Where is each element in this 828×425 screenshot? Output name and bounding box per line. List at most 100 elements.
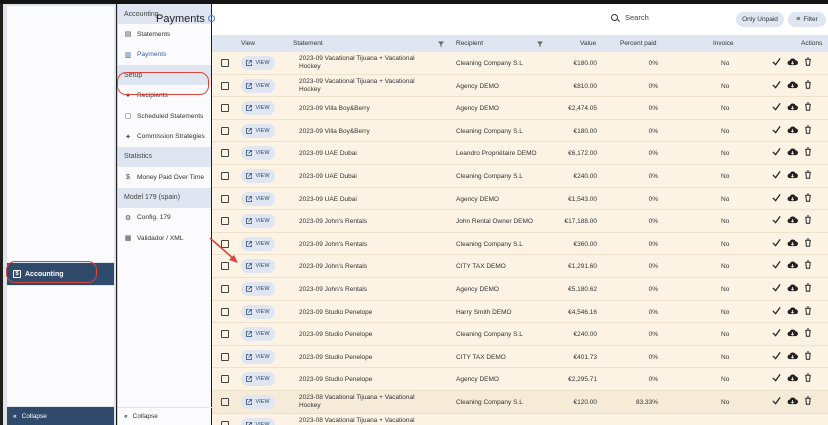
trash-icon[interactable] <box>804 147 812 157</box>
table-row[interactable]: VIEW 2023-09 Villa Boy&Berry Cleaning Co… <box>212 119 828 143</box>
col-invoice[interactable]: Invoice <box>713 40 734 47</box>
table-row[interactable]: VIEW 2023-09 Studio Penelope Agency DEMO… <box>212 368 828 391</box>
trash-icon[interactable] <box>804 260 812 270</box>
sidebar-collapse-button[interactable]: « Collapse <box>7 407 114 425</box>
check-icon[interactable] <box>772 396 781 405</box>
trash-icon[interactable] <box>804 215 812 224</box>
view-button[interactable]: VIEW <box>241 191 275 206</box>
table-row[interactable]: VIEW 2023-09 UAE Dubai Agency DEMO €1,54… <box>212 187 828 211</box>
table-row[interactable]: VIEW 2023-08 Vacational Tijuana + Vacati… <box>212 391 828 414</box>
row-checkbox[interactable] <box>221 194 229 203</box>
cloud-download-icon[interactable] <box>787 351 798 360</box>
cloud-download-icon[interactable] <box>787 147 798 156</box>
row-checkbox[interactable] <box>221 420 229 425</box>
view-button[interactable]: VIEW <box>241 395 275 409</box>
table-row[interactable]: VIEW 2023-08 Vacational Tijuana + Vacati… <box>212 413 828 425</box>
cloud-download-icon[interactable] <box>787 125 798 134</box>
filter-button[interactable]: ≡ Filter <box>788 12 826 27</box>
subnav-collapse-button[interactable]: « Collapse <box>118 407 212 425</box>
table-row[interactable]: VIEW 2023-09 Villa Boy&Berry Agency DEMO… <box>212 97 828 120</box>
row-checkbox[interactable] <box>221 352 229 361</box>
trash-icon[interactable] <box>804 57 812 66</box>
table-row[interactable]: VIEW 2023-09 John's Rentals Agency DEMO … <box>212 278 828 301</box>
check-icon[interactable] <box>772 102 781 111</box>
trash-icon[interactable] <box>804 283 812 292</box>
view-button[interactable]: VIEW <box>241 123 275 138</box>
check-icon[interactable] <box>772 283 781 292</box>
trash-icon[interactable] <box>804 396 812 405</box>
row-checkbox[interactable] <box>221 330 229 339</box>
view-button[interactable]: VIEW <box>241 56 275 70</box>
cloud-download-icon[interactable] <box>787 306 798 315</box>
subnav-item[interactable]: ⚙ Config. 179 <box>118 208 211 229</box>
row-checkbox[interactable] <box>221 398 229 406</box>
check-icon[interactable] <box>772 170 781 179</box>
subnav-item[interactable]: ▢ Scheduled Statements <box>118 106 211 127</box>
view-button[interactable]: VIEW <box>241 259 275 274</box>
trash-icon[interactable] <box>804 373 812 383</box>
check-icon[interactable] <box>772 80 781 89</box>
view-button[interactable]: VIEW <box>241 304 275 319</box>
view-button[interactable]: VIEW <box>241 169 275 183</box>
row-checkbox[interactable] <box>221 172 229 180</box>
view-button[interactable]: VIEW <box>241 349 275 364</box>
table-row[interactable]: VIEW 2023-09 John's Rentals CITY TAX DEM… <box>212 255 828 278</box>
view-button[interactable]: VIEW <box>241 101 275 116</box>
recipient-filter-icon[interactable] <box>537 41 543 47</box>
table-row[interactable]: VIEW 2023-09 UAE Dubai Cleaning Company … <box>212 165 828 188</box>
row-checkbox[interactable] <box>221 375 229 384</box>
subnav-item[interactable]: ✦ Commission Strategies <box>118 126 211 147</box>
row-checkbox[interactable] <box>221 285 229 293</box>
trash-icon[interactable] <box>804 125 812 134</box>
row-checkbox[interactable] <box>221 307 229 316</box>
cloud-download-icon[interactable] <box>787 80 798 89</box>
check-icon[interactable] <box>772 147 781 157</box>
table-row[interactable]: VIEW 2023-09 Studio Penelope CITY TAX DE… <box>212 345 828 369</box>
row-checkbox[interactable] <box>221 104 229 113</box>
view-button[interactable]: VIEW <box>241 282 275 296</box>
table-row[interactable]: VIEW 2023-09 Studio Penelope Cleaning Co… <box>212 323 828 346</box>
table-row[interactable]: VIEW 2023-09 John's Rentals Cleaning Com… <box>212 232 828 256</box>
trash-icon[interactable] <box>804 170 812 179</box>
subnav-item[interactable]: ▤ Statements <box>118 24 211 45</box>
check-icon[interactable] <box>772 328 781 337</box>
cloud-download-icon[interactable] <box>787 57 798 66</box>
statement-filter-icon[interactable] <box>438 41 444 47</box>
table-row[interactable]: VIEW 2023-09 John's Rentals John Rental … <box>212 210 828 233</box>
subnav-item[interactable]: ▦ Validador / XML <box>118 228 211 249</box>
search-box[interactable]: Search <box>611 13 649 22</box>
col-recipient[interactable]: Recipient <box>456 40 483 47</box>
check-icon[interactable] <box>772 215 781 224</box>
check-icon[interactable] <box>772 193 781 202</box>
cloud-download-icon[interactable] <box>787 193 798 202</box>
view-button[interactable]: VIEW <box>241 372 275 387</box>
check-icon[interactable] <box>772 260 781 270</box>
table-row[interactable]: VIEW 2023-09 Vacational Tijuana + Vacati… <box>212 74 828 98</box>
cloud-download-icon[interactable] <box>787 328 798 337</box>
col-statement[interactable]: Statement <box>293 40 323 47</box>
col-percent-paid[interactable]: Percent paid <box>620 40 657 47</box>
trash-icon[interactable] <box>804 79 812 89</box>
cloud-download-icon[interactable] <box>787 215 798 224</box>
view-button[interactable]: VIEW <box>241 236 275 251</box>
check-icon[interactable] <box>772 125 781 134</box>
trash-icon[interactable] <box>804 238 812 247</box>
cloud-download-icon[interactable] <box>787 283 798 292</box>
check-icon[interactable] <box>772 351 781 360</box>
check-icon[interactable] <box>772 373 781 383</box>
row-checkbox[interactable] <box>221 217 229 226</box>
view-button[interactable]: VIEW <box>241 214 275 229</box>
table-row[interactable]: VIEW 2023-09 UAE Dubai Leandro Propriéta… <box>212 142 828 165</box>
trash-icon[interactable] <box>804 328 812 337</box>
table-row[interactable]: VIEW 2023-09 Studio Penelope Harry Smith… <box>212 300 828 324</box>
row-checkbox[interactable] <box>221 149 229 158</box>
view-button[interactable]: VIEW <box>241 146 275 161</box>
trash-icon[interactable] <box>804 192 812 202</box>
only-unpaid-button[interactable]: Only Unpaid <box>736 12 784 27</box>
row-checkbox[interactable] <box>221 59 229 67</box>
table-row[interactable]: VIEW 2023-09 Vacational Tijuana + Vacati… <box>212 52 828 75</box>
trash-icon[interactable] <box>804 305 812 315</box>
subnav-item[interactable]: $ Money Paid Over Time <box>118 167 211 188</box>
view-button[interactable]: VIEW <box>241 78 275 93</box>
row-checkbox[interactable] <box>221 81 229 90</box>
